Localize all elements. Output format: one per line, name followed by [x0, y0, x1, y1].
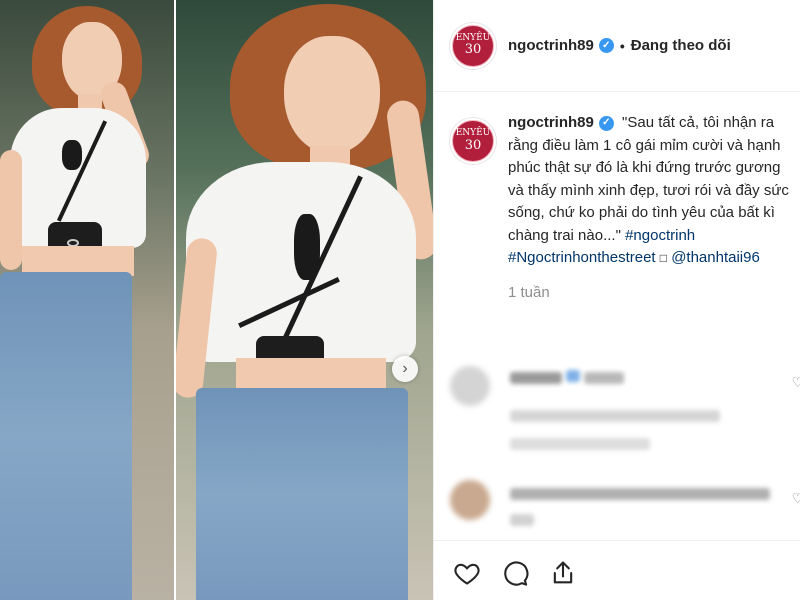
caption-username[interactable]: ngoctrinh89: [508, 112, 594, 135]
comment-button[interactable]: [498, 556, 532, 590]
comment-avatar: [450, 480, 490, 520]
caption-author-avatar[interactable]: ENYÊU 30: [450, 118, 496, 164]
verified-badge-icon: ✓: [598, 38, 614, 53]
carousel-photo-previous: [0, 0, 176, 600]
comment-item: ♡: [450, 480, 800, 530]
comment-avatar: [450, 366, 490, 406]
verified-badge-icon: ✓: [598, 115, 614, 131]
comment-like-icon[interactable]: ♡: [791, 490, 800, 507]
comment-item: ♡: [450, 366, 800, 456]
comment-bubble-icon: [504, 561, 529, 586]
heart-icon: [454, 563, 480, 585]
hashtag-ngoctrinhonthestreet[interactable]: #Ngoctrinhonthestreet: [508, 249, 656, 266]
post-caption: ENYÊU 30 ngoctrinh89 ✓ "Sau tất cả, tôi n…: [450, 112, 800, 304]
emoji-box-icon: □: [659, 251, 668, 265]
post-sidebar: ENYÊU 30 ngoctrinh89 ✓ • Đang theo dõi E…: [433, 0, 800, 600]
post-actions: [450, 556, 594, 590]
hashtag-ngoctrinh[interactable]: #ngoctrinh: [625, 227, 695, 244]
share-icon: [553, 561, 573, 584]
author-avatar[interactable]: ENYÊU 30: [450, 22, 496, 69]
comment-like-icon[interactable]: ♡: [791, 374, 800, 391]
mention-thanhtaii96[interactable]: @thanhtaii96: [671, 249, 760, 266]
post-timestamp[interactable]: 1 tuần: [508, 282, 798, 305]
share-button[interactable]: [546, 556, 580, 590]
like-button[interactable]: [450, 556, 484, 590]
carousel-photo-current: [176, 0, 433, 600]
post-header: ENYÊU 30 ngoctrinh89 ✓ • Đang theo dõi: [434, 0, 800, 92]
carousel-next-button[interactable]: ›: [392, 356, 418, 382]
author-username[interactable]: ngoctrinh89: [508, 37, 594, 54]
follow-status-button[interactable]: Đang theo dõi: [631, 37, 731, 54]
post-media[interactable]: ›: [0, 0, 433, 600]
chevron-right-icon: ›: [402, 360, 408, 377]
header-separator: •: [619, 37, 625, 54]
